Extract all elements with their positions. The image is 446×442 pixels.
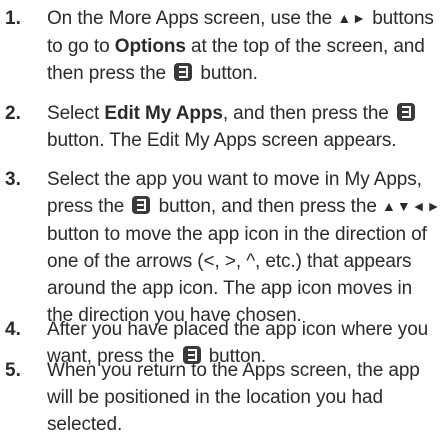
options-label: Options	[114, 36, 186, 57]
step-number: 4.	[5, 319, 21, 340]
enter-button-icon	[131, 195, 151, 215]
instruction-steps: 1. On the More Apps screen, use the ▲► b…	[0, 0, 446, 442]
up-right-arrow-buttons-icon: ▲►	[337, 10, 368, 26]
enter-button-icon	[173, 62, 193, 82]
four-way-arrow-buttons-icon: ▲▼◄►	[381, 198, 442, 214]
step-number: 3.	[5, 169, 21, 190]
enter-button-icon	[396, 102, 416, 122]
edit-my-apps-label: Edit My Apps	[104, 103, 223, 124]
step-text: Select Edit My Apps, and then press the …	[47, 100, 442, 154]
step-text: Select the app you want to move in My Ap…	[47, 169, 442, 326]
step-text: When you return to the Apps screen, the …	[47, 360, 420, 435]
step-number: 2.	[5, 103, 21, 124]
step-number: 1.	[5, 8, 21, 29]
step-number: 5.	[5, 360, 21, 381]
step-text: On the More Apps screen, use the ▲► butt…	[47, 8, 434, 84]
